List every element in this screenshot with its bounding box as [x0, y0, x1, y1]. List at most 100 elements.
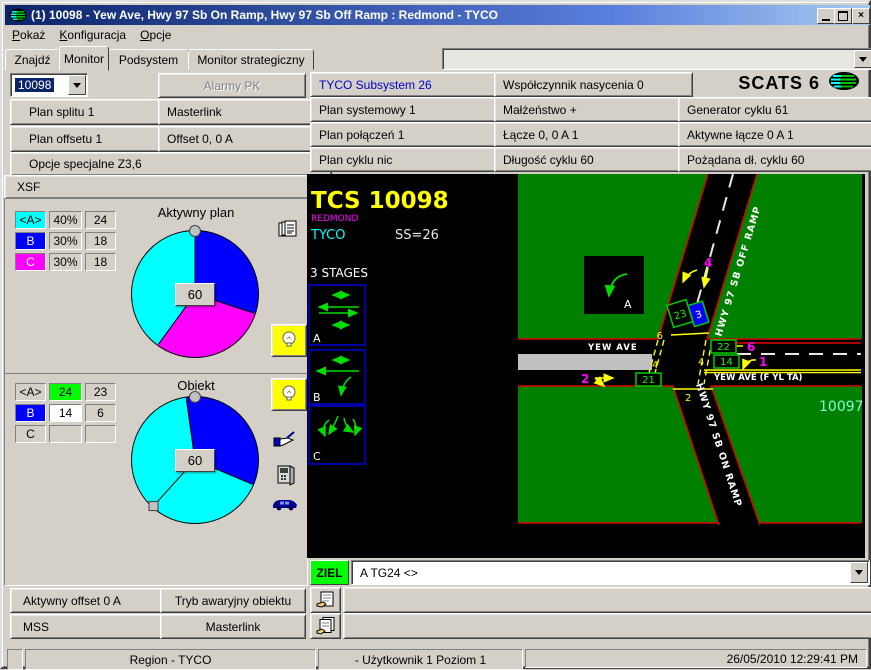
- phase-a-split: 40%: [49, 211, 82, 229]
- active-plan-legend: <A> 40% 24 B 30% 18 C 30% 18: [15, 211, 116, 271]
- status-datetime: 26/05/2010 12:29:41 PM: [525, 649, 867, 668]
- minimize-button[interactable]: [817, 8, 835, 24]
- active-plan-title: Aktywny plan: [121, 205, 271, 220]
- svg-text:22: 22: [717, 342, 730, 353]
- desired-cycle-cell[interactable]: Pożądana dł. cyklu 60: [678, 147, 871, 172]
- hand-pen-icon[interactable]: [273, 430, 297, 455]
- site-lamps-button[interactable]: [271, 378, 307, 411]
- svg-text:6: 6: [747, 340, 755, 354]
- cycle-generator-cell[interactable]: Generator cyklu 61: [678, 97, 871, 122]
- active-plan-cycle-box: 60: [175, 283, 215, 306]
- controller-icon[interactable]: [276, 464, 296, 491]
- map-subsystem-label: SS=26: [395, 228, 439, 243]
- tab-podsystem[interactable]: Podsystem: [108, 49, 189, 70]
- stages-count-label: 3 STAGES: [310, 266, 368, 280]
- menu-opcje[interactable]: Opcje: [133, 26, 178, 44]
- signal-group-combo-arrow[interactable]: [850, 562, 868, 583]
- phase-c-cell[interactable]: C: [15, 253, 46, 271]
- site-pie-knob[interactable]: [189, 391, 201, 403]
- close-button[interactable]: ×: [852, 8, 870, 24]
- svg-text:C: C: [313, 450, 321, 463]
- phase-a-cell[interactable]: <A>: [15, 211, 46, 229]
- report-field-1: [343, 587, 871, 613]
- application-window: (1) 10098 - Yew Ave, Hwy 97 Sb On Ramp, …: [0, 0, 871, 669]
- mss-button[interactable]: MSS: [10, 614, 178, 639]
- svg-text:1: 1: [759, 355, 767, 369]
- phase-b-cell[interactable]: B: [15, 232, 46, 250]
- site-combo[interactable]: 10098: [10, 73, 88, 97]
- scats-logo-icon: [9, 8, 27, 22]
- site-pie-legend: <A> 24 23 B 14 6 C: [15, 383, 116, 443]
- site-combo-arrow[interactable]: [68, 75, 86, 95]
- split-plan-button[interactable]: Plan splitu 1: [10, 99, 182, 125]
- site-phase-a-val1: 24: [49, 383, 82, 401]
- tab-monitor-strategiczny[interactable]: Monitor strategiczny: [188, 49, 314, 70]
- svg-text:A: A: [313, 332, 321, 345]
- copy-documents-icon[interactable]: [278, 220, 300, 245]
- scats-brand: SCATS 6: [678, 72, 864, 95]
- active-link-cell[interactable]: Aktywne łącze 0 A 1: [678, 122, 871, 147]
- signal-state-badge: ZIEL: [310, 560, 349, 585]
- link-plan-cell[interactable]: Plan połączeń 1: [310, 122, 509, 147]
- subsystem-cell[interactable]: TYCO Subsystem 26: [310, 72, 509, 97]
- title-bar: (1) 10098 - Yew Ave, Hwy 97 Sb On Ramp, …: [5, 5, 870, 25]
- reports-button[interactable]: [310, 613, 341, 639]
- status-user: - Użytkownik 1 Poziom 1: [318, 649, 523, 670]
- map-region-label: REDMOND: [311, 214, 358, 224]
- site-phase-a-val2: 23: [85, 383, 116, 401]
- site-combo-value: 10098: [15, 78, 54, 92]
- phase-b-time: 18: [85, 232, 116, 250]
- yew-ave-label: YEW AVE: [587, 343, 638, 353]
- detector-21: 21: [636, 373, 661, 386]
- special-options-button[interactable]: Opcje specjalne Z3,6: [10, 152, 332, 176]
- detector-14: 14: [714, 355, 739, 368]
- signal-group-combo-value: A TG24 <>: [356, 566, 418, 580]
- map-system-label: TYCO: [310, 228, 345, 243]
- menu-bar: Pokaż Konfiguracja Opcje: [5, 25, 870, 45]
- active-offset-button[interactable]: Aktywny offset 0 A: [10, 588, 178, 613]
- site-phase-a-cell[interactable]: <A>: [15, 383, 46, 401]
- report-field-2: [343, 613, 871, 639]
- site-fallback-button[interactable]: Tryb awaryjny obiektu: [160, 588, 306, 613]
- report-button[interactable]: [310, 587, 341, 613]
- toolbar-combo-arrow[interactable]: [854, 50, 871, 68]
- masterlink-bottom-button[interactable]: Masterlink: [160, 614, 306, 639]
- offset-plan-button[interactable]: Plan offsetu 1: [10, 126, 182, 152]
- toolbar-combo[interactable]: [442, 48, 871, 70]
- offset-button[interactable]: Offset 0, 0 A: [158, 126, 322, 152]
- active-plan-pie-knob[interactable]: [189, 225, 201, 237]
- masterlink-button[interactable]: Masterlink: [158, 99, 322, 125]
- cycle-plan-cell[interactable]: Plan cyklu nic: [310, 147, 509, 172]
- link-cell[interactable]: Łącze 0, 0 A 1: [494, 122, 693, 147]
- scats-globe-icon: [828, 71, 860, 96]
- svg-text:A: A: [624, 298, 632, 311]
- car-icon[interactable]: [271, 496, 299, 516]
- svg-text:14: 14: [720, 357, 733, 368]
- alarms-button[interactable]: Alarmy PK: [158, 73, 306, 98]
- xsf-button[interactable]: XSF: [4, 175, 328, 199]
- site-phase-b-cell[interactable]: B: [15, 404, 46, 422]
- phase-b-split: 30%: [49, 232, 82, 250]
- tab-znajdz[interactable]: Znajdź: [5, 49, 60, 70]
- stage-inset: A: [584, 256, 644, 314]
- menu-pokaz[interactable]: Pokaż: [5, 26, 52, 44]
- cycle-length-cell[interactable]: Długość cyklu 60: [494, 147, 693, 172]
- report-document-icon: [316, 591, 336, 609]
- signal-group-combo[interactable]: A TG24 <>: [351, 560, 870, 585]
- stage-box-c: C: [309, 406, 365, 464]
- marriage-cell[interactable]: Małżeństwo +: [494, 97, 693, 122]
- system-plan-cell[interactable]: Plan systemowy 1: [310, 97, 509, 122]
- site-phase-c-cell[interactable]: C: [15, 425, 46, 443]
- yew-ave-right-label: YEW AVE (F YL TA): [713, 373, 803, 383]
- window-title: (1) 10098 - Yew Ave, Hwy 97 Sb On Ramp, …: [31, 8, 498, 22]
- maximize-button[interactable]: [834, 8, 852, 24]
- site-phase-c-val2: [85, 425, 116, 443]
- pie-drag-handle[interactable]: [149, 502, 158, 511]
- svg-text:4: 4: [698, 357, 704, 368]
- menu-konfiguracja[interactable]: Konfiguracja: [52, 26, 133, 44]
- lamps-button[interactable]: [271, 324, 307, 357]
- phase-c-time: 18: [85, 253, 116, 271]
- saturation-cell[interactable]: Współczynnik nasycenia 0: [494, 72, 693, 97]
- tab-monitor[interactable]: Monitor: [59, 46, 109, 71]
- svg-text:2: 2: [581, 372, 589, 386]
